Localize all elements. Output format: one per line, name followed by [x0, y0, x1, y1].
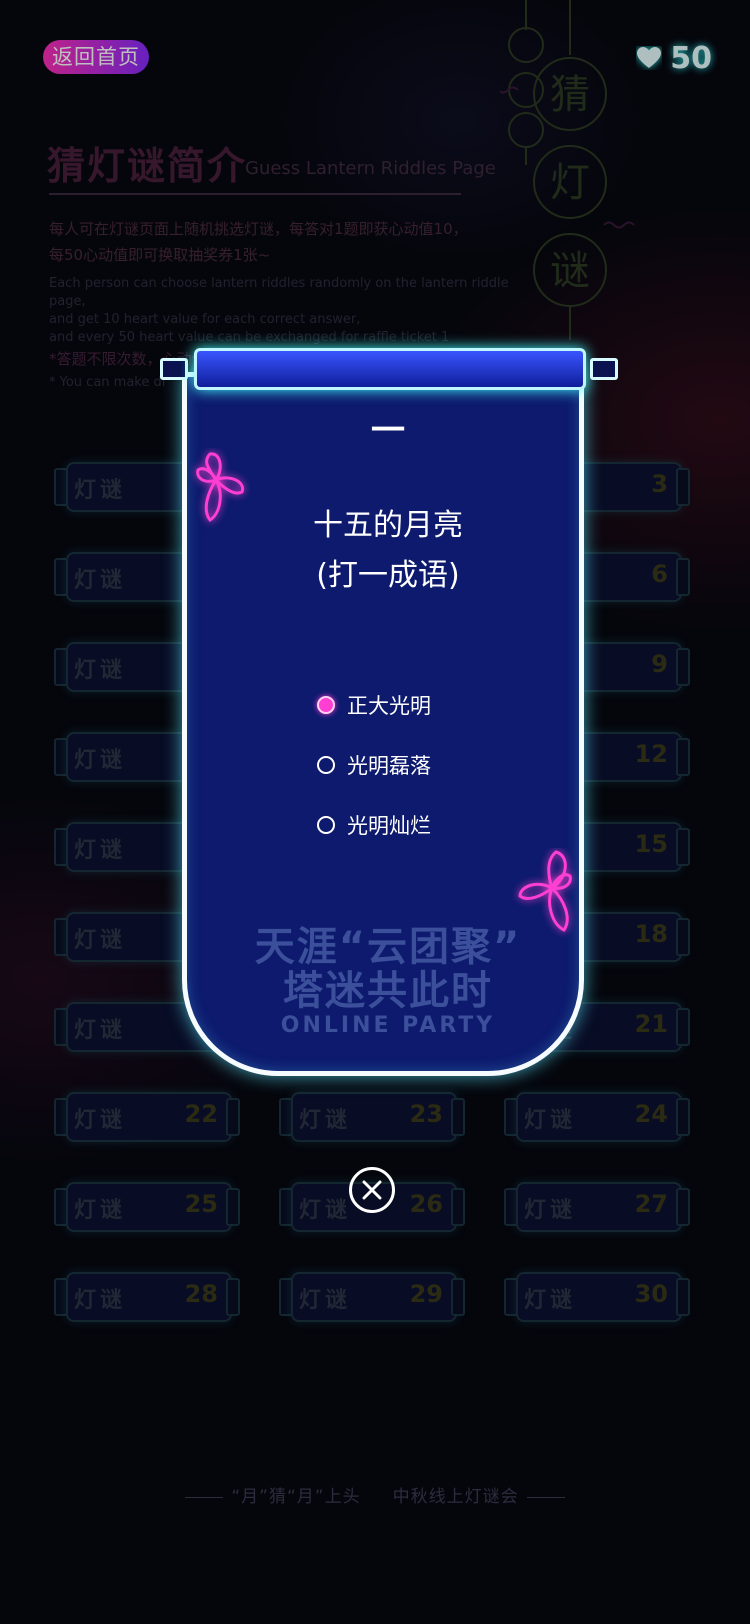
brand-line-3: ONLINE PARTY [280, 1013, 496, 1038]
answer-option-1[interactable]: 正大光明 [317, 675, 431, 735]
roller-bar [194, 348, 586, 390]
riddle-modal: 一 十五的月亮 (打一成语) 正大光明 光明磊落 光明灿烂 天涯“云团聚” 塔迷… [160, 348, 618, 1076]
roller-cap-right [590, 358, 618, 380]
answer-option-3[interactable]: 光明灿烂 [317, 795, 431, 855]
question-line-2: (打一成语) [316, 558, 460, 593]
close-icon [362, 1180, 382, 1200]
answer-option-2[interactable]: 光明磊落 [317, 735, 431, 795]
answer-options: 正大光明 光明磊落 光明灿烂 [317, 675, 431, 855]
roller-cap-left [160, 358, 188, 380]
close-modal-button[interactable] [349, 1167, 395, 1213]
radio-selected-icon[interactable] [317, 696, 335, 714]
brand-line-2: 塔迷共此时 [283, 968, 493, 1014]
question-number: 一 [371, 411, 405, 451]
flower-icon [196, 452, 245, 522]
scroll-roller [160, 346, 618, 390]
answer-option-label: 正大光明 [347, 694, 431, 718]
answer-option-label: 光明磊落 [347, 754, 431, 778]
flower-icon [518, 850, 572, 932]
radio-icon[interactable] [317, 756, 335, 774]
brand-logo: 天涯“云团聚” 塔迷共此时 ONLINE PARTY [187, 925, 589, 1038]
radio-icon[interactable] [317, 816, 335, 834]
answer-option-label: 光明灿烂 [347, 814, 431, 838]
